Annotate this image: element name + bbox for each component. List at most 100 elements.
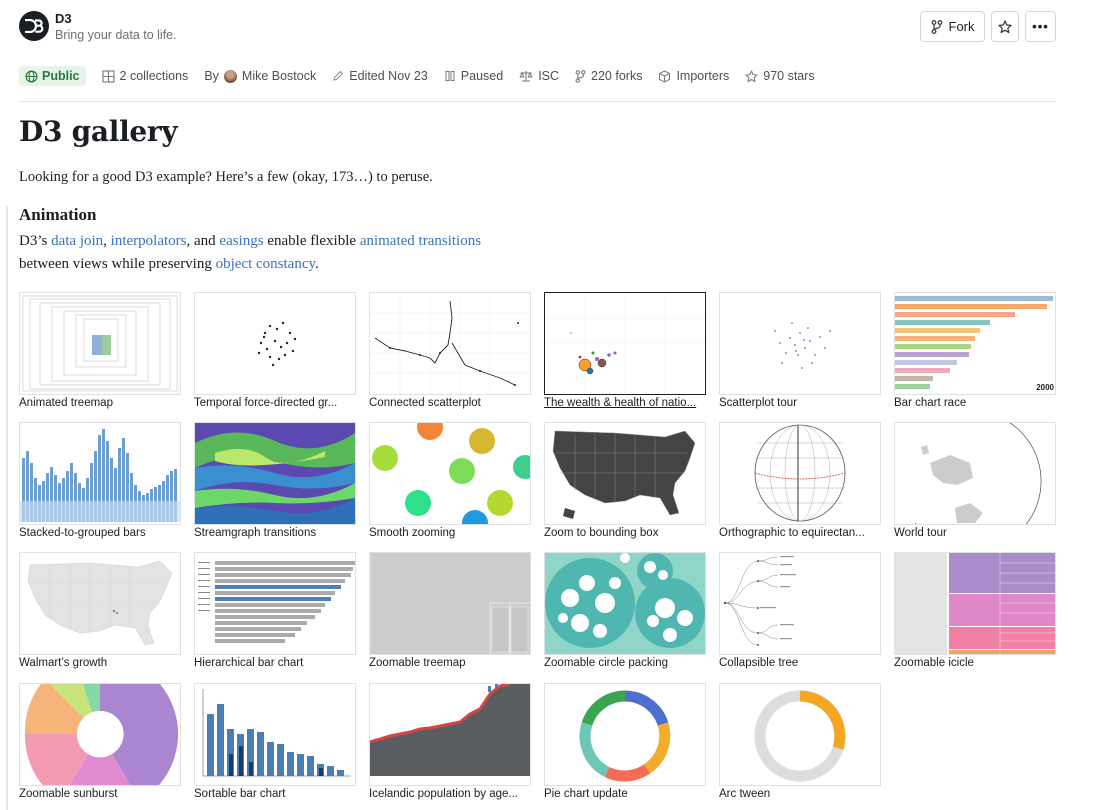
fork-icon [575,69,586,83]
gallery-card[interactable]: Pie chart update [544,683,706,800]
section-heading: Animation [19,205,97,224]
gallery-card[interactable]: Zoom to bounding box [544,422,706,539]
gallery-card[interactable]: Smooth zooming [369,422,531,539]
card-thumbnail [544,292,706,395]
collections-label: 2 collections [119,69,189,83]
gallery-card[interactable]: Scatterplot tour [719,292,881,409]
owner-name[interactable]: D3 [55,11,72,26]
card-title: Zoomable sunburst [19,788,118,800]
card-thumbnail: 2000 [894,292,1056,395]
card-title: Icelandic population by age... [369,788,518,800]
card-thumbnail [369,422,531,525]
more-options-button[interactable]: ••• [1025,11,1056,42]
card-thumbnail [194,422,356,525]
license-label: ISC [538,69,560,83]
card-thumbnail [719,683,881,786]
link-animated-transitions[interactable]: animated transitions [360,233,481,249]
license-link[interactable]: ISC [519,69,559,83]
gallery-card[interactable]: Streamgraph transitions [194,422,356,539]
card-title: Bar chart race [894,397,967,409]
card-thumbnail [369,683,531,786]
author-name: Mike Bostock [241,69,317,83]
fork-button[interactable]: Fork [920,11,985,42]
gallery-card[interactable]: Connected scatterplot [369,292,531,409]
gallery-card[interactable]: Walmart’s growth [19,552,181,669]
cube-icon [659,69,671,83]
card-title: Pie chart update [544,788,628,800]
stars-link[interactable]: 970 stars [745,69,815,83]
pause-icon [445,71,455,81]
desc-text: enable flexible [263,233,360,249]
gallery-card[interactable]: Orthographic to equirectan... [719,422,881,539]
status-label: Paused [460,69,504,83]
card-thumbnail [544,683,706,786]
card-thumbnail [19,683,181,786]
card-title: Streamgraph transitions [194,527,317,539]
gallery-card[interactable]: 2000 Bar chart race [894,292,1056,409]
page-intro: Looking for a good D3 example? Here’s a … [19,169,433,185]
gallery-card[interactable]: Zoomable circle packing [544,552,706,669]
link-easings[interactable]: easings [219,233,263,249]
visibility-label: Public [42,69,80,83]
scale-icon [519,71,533,82]
card-title: Sortable bar chart [194,788,286,800]
card-thumbnail [19,292,181,395]
card-title: Collapsible tree [719,657,799,669]
author-link[interactable]: By Mike Bostock [204,69,316,83]
card-thumbnail [719,422,881,525]
card-thumbnail [19,552,181,655]
card-title: Arc tween [719,788,771,800]
desc-text: , and [186,233,220,249]
visibility-badge[interactable]: Public [19,66,86,86]
link-data-join[interactable]: data join [51,233,103,249]
gallery-card[interactable]: Zoomable icicle [894,552,1056,669]
card-thumbnail [544,552,706,655]
card-title: Zoomable icicle [894,657,974,669]
fork-icon [931,19,942,34]
collections-link[interactable]: 2 collections [101,69,189,83]
globe-icon [25,70,38,82]
card-title: Zoomable circle packing [544,657,669,669]
forks-link[interactable]: 220 forks [575,69,642,83]
stars-label: 970 stars [763,69,815,83]
gallery-card[interactable]: Arc tween [719,683,881,800]
importers-link[interactable]: Importers [658,69,729,83]
desc-text: . [315,256,319,272]
paused-status[interactable]: Paused [444,69,503,83]
link-interpolators[interactable]: interpolators [111,233,187,249]
by-label: By [204,69,219,83]
notebook-header: D3 Bring your data to life. Fork ••• [19,10,1056,44]
card-title: Zoomable treemap [369,657,466,669]
gallery-card[interactable]: Icelandic population by age... [369,683,531,800]
card-title: Stacked-to-grouped bars [19,527,146,539]
gallery-card[interactable]: World tour [894,422,1056,539]
page-title: D3 gallery [19,115,178,148]
gallery-card[interactable]: Zoomable treemap [369,552,531,669]
card-title: Animated treemap [19,397,113,409]
gallery-card[interactable]: The wealth & health of natio... [544,292,706,409]
card-thumbnail [19,422,181,525]
card-thumbnail [894,552,1056,655]
d3-logo-icon[interactable] [19,11,49,41]
card-title: Zoom to bounding box [544,527,659,539]
forks-label: 220 forks [591,69,643,83]
gallery-card[interactable]: Hierarchical bar chart [194,552,356,669]
header-divider [19,101,1056,102]
card-thumbnail [719,552,881,655]
collections-icon [101,69,115,83]
importers-label: Importers [676,69,730,83]
gallery-card[interactable]: Collapsible tree [719,552,881,669]
edited-info[interactable]: Edited Nov 23 [332,69,428,83]
card-thumbnail [544,422,706,525]
owner-tagline: Bring your data to life. [55,28,177,42]
gallery-card[interactable]: Zoomable sunburst [19,683,181,800]
star-button[interactable] [991,11,1019,42]
gallery-card[interactable]: Temporal force-directed gr... [194,292,356,409]
card-thumbnail [369,552,531,655]
cell-gutter [6,206,8,810]
card-thumbnail [894,422,1056,525]
gallery-card[interactable]: Animated treemap [19,292,181,409]
gallery-card[interactable]: Stacked-to-grouped bars [19,422,181,539]
gallery-card[interactable]: Sortable bar chart [194,683,356,800]
link-object-constancy[interactable]: object constancy [216,256,315,272]
